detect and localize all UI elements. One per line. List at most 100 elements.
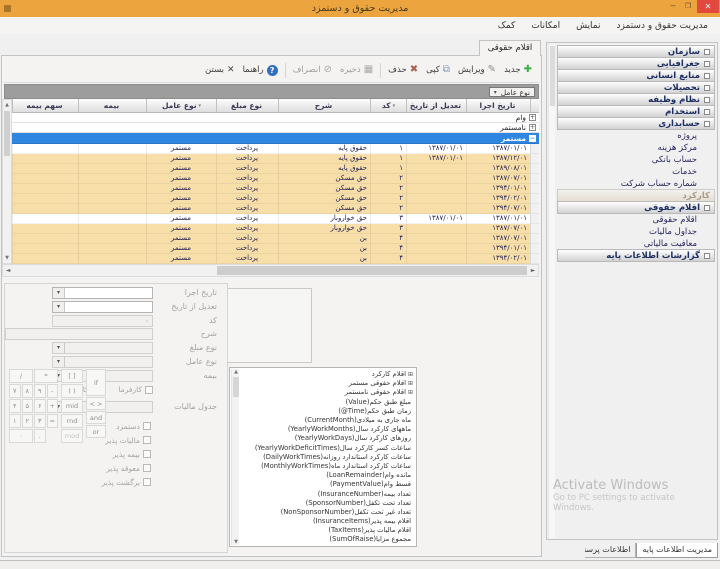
scroll-up-icon[interactable]: ▲ <box>3 100 11 110</box>
close-panel-button[interactable]: ✕بستن <box>201 63 239 77</box>
calc-function-key[interactable]: rnd <box>61 414 83 428</box>
table-row[interactable]: ۱۳۸۷/۰۷/۰۱ ۴ بن پرداخت مستمر <box>12 234 539 244</box>
table-row[interactable]: ۱۳۸۷/۰۷/۰۱ ۳ حق خواروبار پرداخت مستمر <box>12 224 539 234</box>
list-item[interactable]: اقلام مالیات پذیر(TaxItems) <box>241 526 413 535</box>
list-item[interactable]: ماههای کارکرد سال(YearlyWorkMonths) <box>241 425 413 434</box>
delete-button[interactable]: ✖حذف <box>384 63 422 77</box>
scroll-down-icon[interactable]: ▼ <box>3 253 11 263</box>
expand-icon[interactable]: ⊞ <box>408 379 413 388</box>
list-item[interactable]: ماه جاری به میلادی(CurrentMonth) <box>241 416 413 425</box>
copy-button[interactable]: ⧉کپی <box>422 63 454 77</box>
list-item[interactable]: اقلام بیمه پذیر(InsuranceItems) <box>241 517 413 526</box>
tree-scrollbar[interactable]: ▲ ▼ <box>231 369 239 545</box>
chevron-down-icon[interactable]: ▾ <box>53 302 65 312</box>
menu-item[interactable]: نمایش <box>569 20 607 32</box>
list-item[interactable]: زمان طبق حکم(Time@) <box>241 407 413 416</box>
scroll-up-icon[interactable]: ▲ <box>232 369 240 375</box>
scroll-left-icon[interactable]: ◄ <box>3 265 13 276</box>
sidebar-item[interactable]: خدمات <box>557 166 715 178</box>
calc-key[interactable]: - <box>47 384 59 398</box>
list-item[interactable]: تعداد تحت تکفل(SponsorNumber) <box>241 499 413 508</box>
list-item[interactable]: تعداد بیمه(InsuranceNumber) <box>241 489 413 498</box>
list-item[interactable]: ⊞ اقلام کارکرد <box>241 370 413 379</box>
table-row[interactable]: ۱۳۸۷/۰۱/۰۱ ۱۳۸۷/۰۱/۰۱ ۱ حقوق پایه پرداخت… <box>12 144 539 154</box>
calc-key[interactable]: ۰ <box>9 429 33 443</box>
scrollbar-thumb[interactable] <box>233 377 239 397</box>
chevron-down-icon[interactable]: ▾ <box>53 288 65 298</box>
desc-field[interactable] <box>5 328 153 340</box>
table-row[interactable]: ۱۳۸۷/۱۲/۰۱ ۱۳۸۷/۰۱/۰۱ ۱ حقوق پایه پرداخت… <box>12 154 539 164</box>
tab-salary-items[interactable]: اقلام حقوقی <box>479 40 541 56</box>
list-item[interactable]: مبلغ طبق حکم(Value) <box>241 398 413 407</box>
save-button[interactable]: ▦ذخیره <box>336 63 377 77</box>
flag-checkbox[interactable]: بیمه پذیر <box>102 447 152 461</box>
amount-type-combo[interactable]: ▾ <box>52 342 153 354</box>
menu-item[interactable]: امکانات <box>524 20 567 32</box>
list-item[interactable]: مجموع مزایا(SumOfRaise) <box>241 535 413 544</box>
calc-key[interactable]: ۲ <box>22 414 34 428</box>
scroll-down-icon[interactable]: ▼ <box>232 539 240 545</box>
list-item[interactable]: ساعات کسر کارکرد سال(YearlyWorkDeficitTi… <box>241 444 413 453</box>
menu-item[interactable]: کمک <box>491 20 523 32</box>
minimize-button[interactable]: ‒ <box>666 0 680 13</box>
sidebar-item[interactable]: گزارشات اطلاعات پایه <box>557 249 715 262</box>
employer-checkbox[interactable]: کارفرما <box>118 385 153 394</box>
scrollbar-thumb[interactable] <box>217 266 527 275</box>
table-row[interactable]: ۱۳۸۷/۰۱/۰۱ ۱۳۸۷/۰۱/۰۱ ۳ حق خواروبار پردا… <box>12 214 539 224</box>
exec-date-combo[interactable]: ▾ <box>52 287 153 299</box>
calc-key[interactable]: = <box>47 414 59 428</box>
table-row[interactable]: ۱۳۹۴/۰۲/۰۱ ۲ حق مسکن پرداخت مستمر <box>12 194 539 204</box>
group-row[interactable]: + نامستمر <box>12 123 539 133</box>
table-row[interactable]: ۱۳۹۴/۰۱/۰۱ ۴ بن پرداخت مستمر <box>12 244 539 254</box>
sidebar-item[interactable]: حساب بانکی <box>557 154 715 166</box>
column-header[interactable]: سهم بیمه <box>12 99 78 113</box>
calc-key[interactable]: ۶ <box>34 399 46 413</box>
group-row[interactable]: + وام <box>12 113 539 123</box>
menu-item[interactable]: مدیریت حقوق و دستمزد <box>610 20 715 32</box>
expand-icon[interactable]: ⊞ <box>408 388 413 397</box>
adjust-date-combo[interactable]: ▾ <box>52 301 153 313</box>
code-field[interactable]: ۰ <box>52 315 153 327</box>
expand-icon[interactable]: ⊞ <box>408 370 413 379</box>
list-item[interactable]: ⊞ اقلام حقوقی مستمر <box>241 379 413 388</box>
group-row[interactable]: − مستمر <box>12 133 539 144</box>
scroll-right-icon[interactable]: ► <box>528 265 538 276</box>
calc-key[interactable]: * <box>34 369 58 383</box>
table-row[interactable]: ۱۳۹۴/۰۲/۰۱ ۴ بن پرداخت مستمر <box>12 254 539 264</box>
column-header[interactable]: تعدیل از تاریخ <box>406 99 466 113</box>
flag-checkbox[interactable]: مالیات پذیر <box>102 433 152 447</box>
column-header[interactable]: ▾کد <box>370 99 406 113</box>
factor-type-combo[interactable]: ▾ <box>52 356 153 368</box>
sidebar-item[interactable]: اقلام حقوقی <box>557 201 715 214</box>
grid-horizontal-scrollbar[interactable]: ◄ ► <box>2 264 539 277</box>
column-header[interactable] <box>530 99 539 113</box>
table-row[interactable]: ۱۳۹۴/۰۱/۰۱ ۲ حق مسکن پرداخت مستمر <box>12 184 539 194</box>
edit-button[interactable]: ✎ویرایش <box>454 63 500 77</box>
calc-key[interactable]: ۳ <box>34 414 46 428</box>
sidebar-item[interactable]: حسابداری <box>557 117 715 130</box>
column-header[interactable]: شرح <box>278 99 370 113</box>
bottom-tab[interactable]: مدیریت اطلاعات پایه <box>636 543 718 558</box>
calc-logic-key[interactable]: and <box>86 411 106 424</box>
flag-checkbox[interactable]: دستمزد <box>102 419 152 433</box>
list-item[interactable]: ساعات کارکرد استاندارد ماه(MonthlyWorkTi… <box>241 462 413 471</box>
column-header[interactable]: تاریخ اجرا <box>466 99 530 113</box>
calc-key[interactable]: . <box>34 429 46 443</box>
list-item[interactable]: روزهای کارکرد سال(YearlyWorkDays) <box>241 434 413 443</box>
calc-function-key[interactable]: [ ] <box>61 369 83 383</box>
scrollbar-thumb[interactable] <box>550 46 555 106</box>
sidebar-item[interactable]: اقلام حقوقی <box>557 214 715 226</box>
close-button[interactable]: ✕ <box>697 0 719 13</box>
flag-checkbox[interactable]: برگشت پذیر <box>102 475 152 489</box>
calc-logic-key[interactable]: < > <box>86 397 106 410</box>
sidebar-scrollbar[interactable] <box>548 44 555 538</box>
calc-key[interactable]: ۵ <box>22 399 34 413</box>
bottom-tab[interactable]: اطلاعات پرسنلی <box>585 543 636 558</box>
column-header[interactable]: نوع مبلغ <box>216 99 278 113</box>
calc-key[interactable]: ۴ <box>9 399 21 413</box>
list-item[interactable]: قسط وام(PaymentValue) <box>241 480 413 489</box>
scrollbar-thumb[interactable] <box>4 111 10 156</box>
expander-icon[interactable]: + <box>529 114 536 121</box>
column-header[interactable]: بیمه <box>78 99 146 113</box>
calc-key[interactable]: ۹ <box>34 384 46 398</box>
